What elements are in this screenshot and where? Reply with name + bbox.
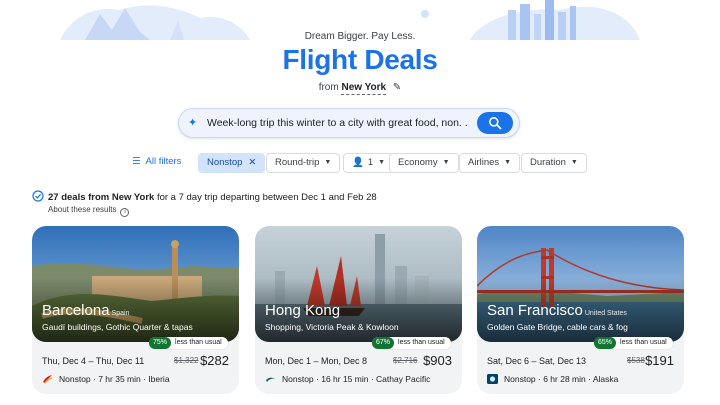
cabin-class-dropdown[interactable]: Economy ▼ <box>389 153 459 173</box>
nonstop-filter-chip[interactable]: Nonstop ✕ <box>198 153 266 173</box>
discount-percent: 75% <box>149 337 172 349</box>
destination-description: Shopping, Victoria Peak & Kowloon <box>265 322 399 332</box>
search-icon <box>489 117 502 130</box>
alaska-logo-icon <box>487 374 498 384</box>
country-label: Spain <box>111 310 130 317</box>
discount-label: less than usual <box>175 339 222 346</box>
discount-percent: 65% <box>594 337 617 349</box>
all-filters-button[interactable]: ☰ All filters <box>128 153 186 173</box>
caret-down-icon: ▼ <box>324 159 332 166</box>
duration-dropdown[interactable]: Duration ▼ <box>521 153 587 173</box>
iberia-logo-icon <box>43 375 53 384</box>
original-price: $1,322 <box>174 356 199 365</box>
search-button[interactable] <box>477 112 513 134</box>
deal-price: $282 <box>200 353 229 368</box>
discount-label: less than usual <box>398 339 445 346</box>
discount-label: less than usual <box>620 339 667 346</box>
trip-type-label: Round-trip <box>275 157 320 168</box>
results-count: 27 deals from New York <box>48 192 155 203</box>
page-title: Flight Deals <box>282 44 438 75</box>
discount-badge: 67% less than usual <box>372 337 451 349</box>
origin-prefix: from <box>318 82 339 93</box>
verified-check-icon <box>32 190 44 202</box>
airlines-dropdown[interactable]: Airlines ▼ <box>459 153 521 173</box>
trip-dates: Sat, Dec 6 – Sat, Dec 13 <box>487 356 587 366</box>
sparkle-icon: ✦ <box>188 117 198 129</box>
trip-dates: Thu, Dec 4 – Thu, Dec 11 <box>42 356 145 366</box>
search-bar[interactable]: ✦ Week-long trip this winter to a city w… <box>178 108 520 138</box>
destination-name: Barcelona Spain <box>42 302 129 319</box>
duration-label: Duration <box>530 157 566 168</box>
discount-percent: 67% <box>372 337 395 349</box>
edit-pencil-icon[interactable]: ✎ <box>393 82 401 93</box>
deal-price: $191 <box>645 353 674 368</box>
destination-name: San Francisco United States <box>487 302 627 319</box>
trip-dates: Mon, Dec 1 – Mon, Dec 8 <box>265 356 368 366</box>
flight-details: Nonstop · 7 hr 35 min · Iberia <box>42 374 170 384</box>
airlines-label: Airlines <box>468 157 500 168</box>
about-results-link[interactable]: About these results i <box>48 205 130 217</box>
caret-down-icon: ▼ <box>442 159 450 166</box>
caret-down-icon: ▼ <box>570 159 578 166</box>
destination-name: Hong Kong <box>265 302 340 319</box>
all-filters-label: All filters <box>145 156 182 167</box>
passengers-count: 1 <box>367 157 374 168</box>
deal-price: $903 <box>423 353 452 368</box>
nonstop-label: Nonstop <box>207 157 243 168</box>
discount-badge: 65% less than usual <box>594 337 673 349</box>
passengers-dropdown[interactable]: 👤 1 ▼ <box>343 153 395 173</box>
about-results-label: About these results <box>48 205 117 214</box>
destination-description: Golden Gate Bridge, cable cars & fog <box>487 322 628 332</box>
results-detail: for a 7 day trip departing between Dec 1… <box>156 192 377 203</box>
search-input[interactable]: Week-long trip this winter to a city wit… <box>207 117 468 129</box>
cathay-pacific-logo-icon <box>266 377 275 382</box>
flight-summary: Nonstop · 7 hr 35 min · Iberia <box>59 374 170 384</box>
info-icon[interactable]: i <box>120 208 130 217</box>
trip-type-dropdown[interactable]: Round-trip ▼ <box>266 153 341 173</box>
flight-summary: Nonstop · 6 hr 28 min · Alaska <box>504 374 619 384</box>
cabin-label: Economy <box>398 157 438 168</box>
flight-summary: Nonstop · 16 hr 15 min · Cathay Pacific <box>282 374 431 384</box>
results-summary: 27 deals from New York for a 7 day trip … <box>32 190 377 203</box>
city-label: San Francisco <box>487 302 583 319</box>
destination-description: Gaudí buildings, Gothic Quarter & tapas <box>42 322 193 332</box>
original-price: $2,716 <box>393 356 418 365</box>
origin-city[interactable]: New York <box>341 82 387 95</box>
city-label: Hong Kong <box>265 302 341 319</box>
origin-selector[interactable]: from New York ✎ <box>0 82 720 95</box>
flight-details: Nonstop · 6 hr 28 min · Alaska <box>487 374 618 384</box>
caret-down-icon: ▼ <box>378 159 386 166</box>
country-label: United States <box>584 310 627 317</box>
discount-badge: 75% less than usual <box>149 337 228 349</box>
flight-details: Nonstop · 16 hr 15 min · Cathay Pacific <box>265 374 430 384</box>
close-icon[interactable]: ✕ <box>248 157 256 168</box>
deal-card-barcelona[interactable]: Barcelona Spain Gaudí buildings, Gothic Q… <box>32 226 239 394</box>
deal-card-hong-kong[interactable]: Hong Kong Shopping, Victoria Peak & Kowl… <box>255 226 462 394</box>
hero-tagline: Dream Bigger. Pay Less. <box>304 31 416 42</box>
city-label: Barcelona <box>42 302 110 319</box>
caret-down-icon: ▼ <box>504 159 512 166</box>
person-icon: 👤 <box>352 157 364 168</box>
filters-icon: ☰ <box>132 156 141 167</box>
original-price: $538 <box>627 356 645 365</box>
deal-card-san-francisco[interactable]: San Francisco United States Golden Gate B… <box>477 226 684 394</box>
